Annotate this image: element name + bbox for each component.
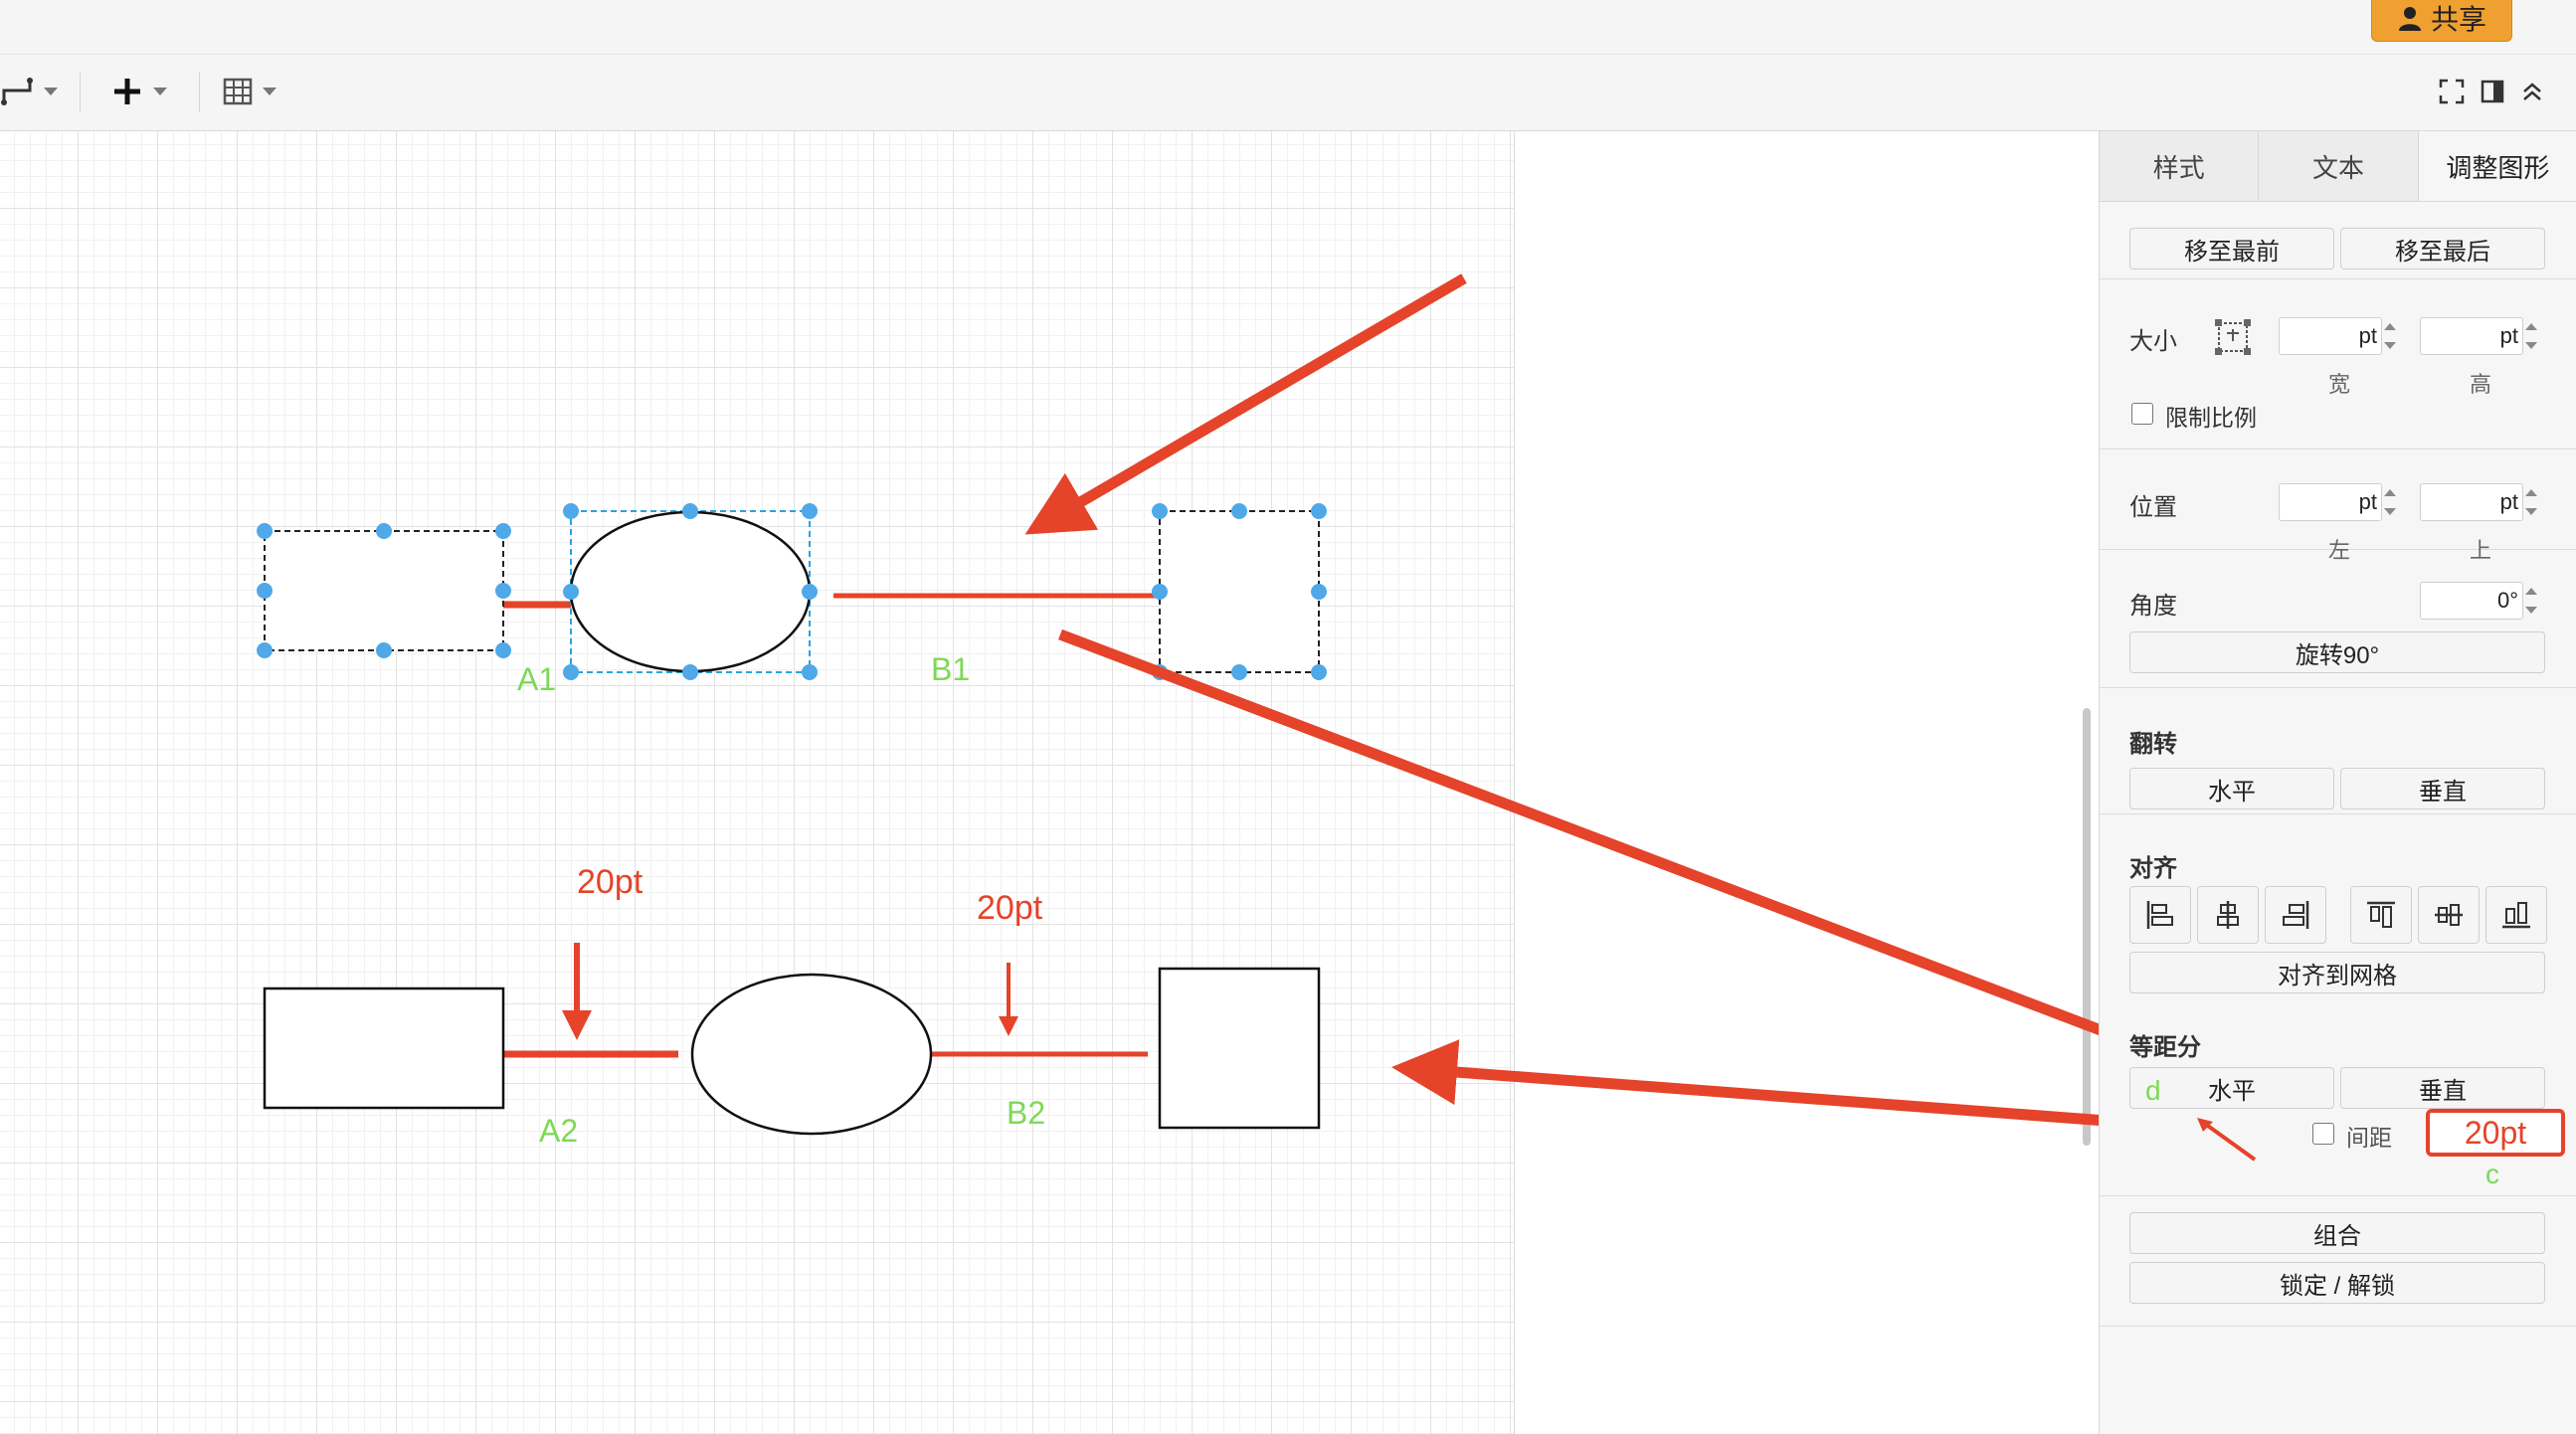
chevron-down-icon (263, 88, 276, 95)
fullscreen-button[interactable] (2439, 69, 2465, 114)
small-annotation-arrow (2197, 1118, 2257, 1162)
arrange-section: 移至最前 移至最后 (2100, 202, 2576, 279)
annotation-arrow-to-b1 (1024, 273, 1467, 535)
share-button[interactable]: 共享 (2371, 0, 2512, 42)
to-back-button[interactable]: 移至最后 (2340, 228, 2545, 269)
flip-label: 翻转 (2129, 731, 2177, 758)
align-center-button[interactable] (2197, 886, 2259, 944)
table-icon (223, 78, 253, 105)
note-c: c (2485, 1159, 2499, 1189)
distribute-label: 等距分 (2129, 1034, 2201, 1061)
panel-tabs: 样式 文本 调整图形 (2100, 131, 2576, 202)
format-panel: 样式 文本 调整图形 移至最前 移至最后 大小 pt pt 宽 高 限制比例 位… (2099, 131, 2576, 1434)
align-top-button[interactable] (2350, 886, 2412, 944)
rectangle-shape[interactable] (263, 986, 505, 1110)
height-caption: 高 (2470, 372, 2492, 397)
connector-style-dropdown[interactable] (0, 69, 58, 114)
collapse-icon (2523, 83, 2541, 100)
width-stepper[interactable] (2384, 317, 2400, 355)
selected-ellipse[interactable] (569, 510, 812, 673)
size-section: 大小 pt pt 宽 高 限制比例 (2100, 279, 2576, 449)
flip-horizontal-button[interactable]: 水平 (2129, 768, 2334, 809)
label-a2: A2 (539, 1113, 578, 1149)
selected-rectangle[interactable] (264, 530, 504, 651)
constrain-checkbox[interactable] (2131, 403, 2153, 425)
align-left-button[interactable] (2129, 886, 2191, 944)
format-panel-icon (2481, 80, 2504, 103)
user-icon (2398, 7, 2421, 31)
annotation-arrow-to-square (1391, 1039, 2147, 1130)
size-label: 大小 (2129, 328, 2177, 355)
distribute-vertical-button[interactable]: 垂直 (2340, 1067, 2545, 1109)
angle-label: 角度 (2129, 593, 2177, 620)
dimension-label-b2: 20pt (977, 889, 1043, 927)
chevron-down-icon (44, 88, 58, 95)
label-b1: B1 (931, 651, 970, 687)
toolbar-divider (80, 73, 81, 112)
align-right-icon (2283, 901, 2309, 929)
label-a1: A1 (517, 661, 556, 697)
top-stepper[interactable] (2525, 483, 2541, 521)
angle-input[interactable]: 0° (2420, 582, 2523, 620)
width-caption: 宽 (2328, 372, 2351, 397)
plus-icon (114, 79, 140, 104)
canvas-area: A1 B1 A2 B2 20pt 20pt (0, 131, 2352, 1434)
align-label: 对齐 (2129, 855, 2177, 882)
height-stepper[interactable] (2525, 317, 2541, 355)
tab-arrange[interactable]: 调整图形 (2418, 131, 2576, 201)
insert-dropdown[interactable] (111, 69, 167, 114)
tab-style[interactable]: 样式 (2100, 131, 2260, 201)
tab-text[interactable]: 文本 (2259, 131, 2419, 201)
align-left-icon (2146, 901, 2173, 929)
flip-vertical-button[interactable]: 垂直 (2340, 768, 2545, 809)
table-dropdown[interactable] (223, 69, 276, 114)
dimension-label-a2: 20pt (577, 863, 644, 901)
angle-section: 角度 0° 旋转90° (2100, 550, 2576, 688)
align-bottom-button[interactable] (2485, 886, 2547, 944)
top-bar: 共享 (0, 0, 2576, 55)
fullscreen-icon (2439, 79, 2465, 104)
toolbar (0, 55, 2576, 131)
align-right-button[interactable] (2265, 886, 2326, 944)
diagram-layer: A1 B1 A2 B2 20pt 20pt (257, 273, 2352, 1149)
spacing-checkbox[interactable] (2312, 1123, 2334, 1145)
position-section: 位置 pt pt 左 上 (2100, 449, 2576, 563)
align-section: 对齐 对齐到网格 等距分 水平 垂直 间距 20pt c d (2100, 814, 2576, 1189)
position-label: 位置 (2129, 494, 2177, 521)
align-to-grid-button[interactable]: 对齐到网格 (2129, 952, 2545, 993)
autosize-icon[interactable] (2213, 317, 2253, 357)
selected-square[interactable] (1159, 510, 1320, 673)
top-input[interactable]: pt (2420, 483, 2523, 521)
spacing-value-highlight[interactable]: 20pt (2426, 1109, 2565, 1157)
chevron-down-icon (153, 88, 167, 95)
spacing-label: 间距 (2346, 1125, 2392, 1151)
height-input[interactable]: pt (2420, 317, 2523, 355)
align-center-icon (2217, 901, 2239, 929)
format-panel-toggle[interactable] (2481, 69, 2504, 114)
align-middle-icon (2435, 904, 2463, 926)
align-middle-button[interactable] (2418, 886, 2480, 944)
width-input[interactable]: pt (2279, 317, 2382, 355)
group-button[interactable]: 组合 (2129, 1212, 2545, 1254)
align-top-icon (2367, 901, 2395, 928)
to-front-button[interactable]: 移至最前 (2129, 228, 2334, 269)
align-bottom-icon (2502, 902, 2530, 929)
lock-button[interactable]: 锁定 / 解锁 (2129, 1262, 2545, 1304)
constrain-label: 限制比例 (2165, 405, 2257, 431)
left-stepper[interactable] (2384, 483, 2400, 521)
square-shape[interactable] (1158, 967, 1321, 1130)
share-label: 共享 (2430, 4, 2486, 35)
group-section: 组合 锁定 / 解锁 (2100, 1195, 2576, 1327)
flip-section: 翻转 水平 垂直 (2100, 688, 2576, 814)
toolbar-divider (199, 73, 200, 112)
note-d: d (2145, 1075, 2161, 1106)
connector-style-icon (1, 78, 33, 105)
rotate-button[interactable]: 旋转90° (2129, 631, 2545, 673)
left-input[interactable]: pt (2279, 483, 2382, 521)
collapse-button[interactable] (2520, 69, 2544, 114)
ellipse-shape[interactable] (690, 973, 933, 1136)
label-b2: B2 (1007, 1095, 1045, 1131)
angle-stepper[interactable] (2525, 582, 2541, 620)
